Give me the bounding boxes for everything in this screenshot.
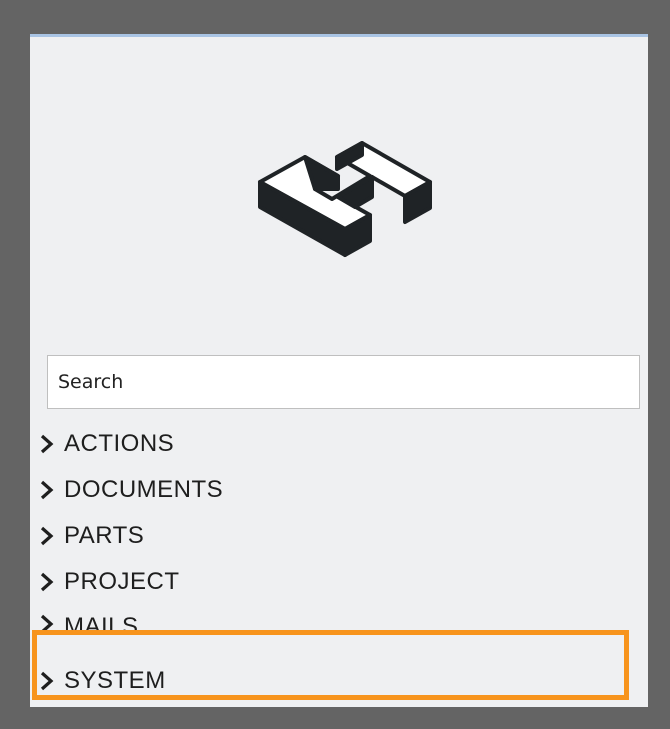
sidebar-item-documents[interactable]: DOCUMENTS <box>30 467 648 513</box>
sidebar-item-label: ACTIONS <box>64 430 175 457</box>
sidebar-item-label: PARTS <box>64 522 145 549</box>
sidebar-item-label: DOCUMENTS <box>64 476 224 503</box>
chevron-right-icon <box>40 614 54 634</box>
sidebar-item-label: SYSTEM <box>64 667 166 694</box>
sidebar-panel: ACTIONS DOCUMENTS PARTS PROJECT <box>30 34 648 707</box>
chevron-right-icon <box>40 671 54 691</box>
chevron-right-icon <box>40 480 54 500</box>
chevron-right-icon <box>40 434 54 454</box>
sidebar-item-project[interactable]: PROJECT <box>30 559 648 605</box>
sidebar-item-system[interactable]: SYSTEM <box>30 649 648 707</box>
sidebar-item-label: PROJECT <box>64 568 180 595</box>
app-logo <box>258 141 432 257</box>
search-box <box>47 355 640 409</box>
sidebar-item-mails[interactable]: MAILS <box>30 605 648 639</box>
chevron-right-icon <box>40 572 54 592</box>
search-input[interactable] <box>48 356 639 408</box>
app-frame: ACTIONS DOCUMENTS PARTS PROJECT <box>0 0 670 729</box>
sidebar-item-parts[interactable]: PARTS <box>30 513 648 559</box>
chevron-right-icon <box>40 526 54 546</box>
sidebar-item-actions[interactable]: ACTIONS <box>30 421 648 467</box>
sidebar-item-label: MAILS <box>64 613 139 639</box>
sidebar-nav: ACTIONS DOCUMENTS PARTS PROJECT MAILS SY… <box>30 421 648 707</box>
